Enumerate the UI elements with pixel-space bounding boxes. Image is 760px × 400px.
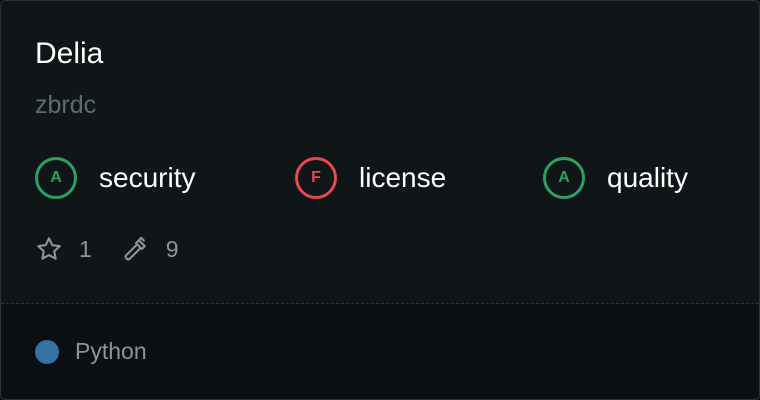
repo-stats: 1 9 xyxy=(35,233,179,265)
star-count: 1 xyxy=(79,236,92,262)
hammer-icon xyxy=(124,236,146,261)
grade-label-quality: quality xyxy=(607,162,688,193)
star-icon xyxy=(37,237,61,260)
repo-owner[interactable]: zbrdc xyxy=(35,89,96,121)
grade-badge-quality: A xyxy=(543,157,585,199)
grade-license: F license xyxy=(295,156,446,200)
repo-card[interactable]: Delia zbrdc A security F license A quali… xyxy=(0,0,760,400)
fork-count: 9 xyxy=(165,236,179,262)
grade-security: A security xyxy=(35,156,195,200)
grade-quality: A quality xyxy=(543,156,688,200)
grade-badge-license: F xyxy=(295,157,337,199)
card-footer: Python xyxy=(1,304,759,399)
repo-name[interactable]: Delia xyxy=(35,35,103,73)
grade-label-license: license xyxy=(359,162,447,193)
language-color-dot xyxy=(35,340,59,364)
grade-badge-security: A xyxy=(35,157,77,199)
grade-label-security: security xyxy=(99,162,196,193)
language-label: Python xyxy=(75,338,147,364)
